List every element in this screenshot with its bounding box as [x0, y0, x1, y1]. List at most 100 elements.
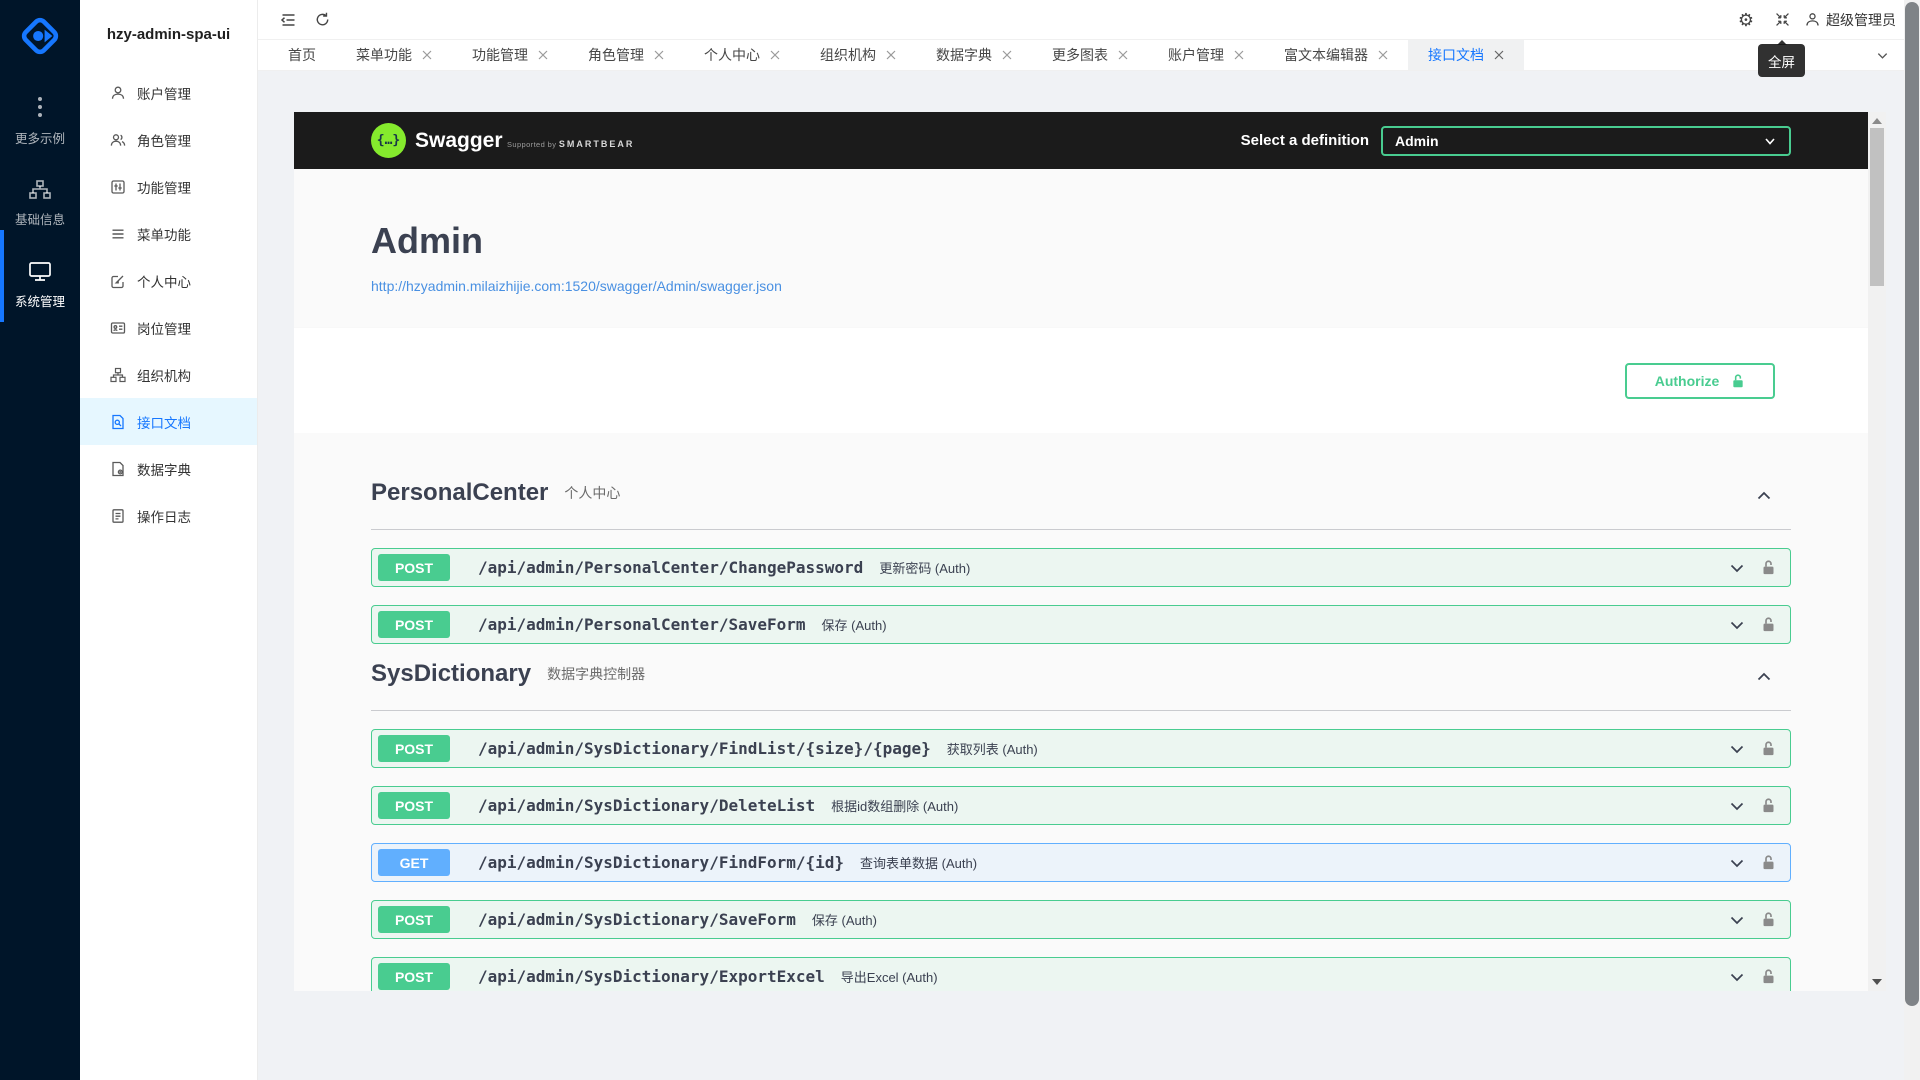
tab-personal-center[interactable]: 个人中心 [684, 40, 800, 70]
tab-organizations[interactable]: 组织机构 [800, 40, 916, 70]
endpoint-description: 保存 (Auth) [822, 615, 887, 634]
endpoint-description: 查询表单数据 (Auth) [860, 853, 977, 872]
tab-role-mgmt[interactable]: 角色管理 [568, 40, 684, 70]
close-icon[interactable] [770, 50, 780, 60]
lock-icon[interactable] [1761, 797, 1776, 814]
close-icon[interactable] [1002, 50, 1012, 60]
file-search-icon [110, 414, 126, 430]
rail-item-system-mgmt[interactable]: 系统管理 [0, 260, 80, 310]
lock-icon[interactable] [1761, 854, 1776, 871]
fullscreen-exit-icon[interactable] [1768, 6, 1796, 34]
method-badge: POST [378, 792, 450, 819]
window-scrollbar-thumb[interactable] [1905, 2, 1919, 1006]
lock-icon[interactable] [1761, 559, 1776, 576]
scrollbar-thumb[interactable] [1870, 128, 1884, 286]
close-icon[interactable] [1118, 50, 1128, 60]
sidebar-item-api-docs[interactable]: 接口文档 [80, 398, 257, 445]
user-icon [110, 85, 126, 101]
close-icon[interactable] [886, 50, 896, 60]
endpoint-row[interactable]: POST /api/admin/PersonalCenter/SaveForm … [371, 605, 1791, 644]
sidebar-item-label: 岗位管理 [137, 318, 191, 338]
tab-menu-functions[interactable]: 菜单功能 [336, 40, 452, 70]
close-icon[interactable] [1494, 50, 1504, 60]
section-header-personalcenter[interactable]: PersonalCenter 个人中心 [371, 479, 1791, 530]
close-icon[interactable] [1234, 50, 1244, 60]
sidebar-item-menus[interactable]: 菜单功能 [80, 210, 257, 257]
endpoint-row[interactable]: POST /api/admin/SysDictionary/DeleteList… [371, 786, 1791, 825]
sidebar-item-posts[interactable]: 岗位管理 [80, 304, 257, 351]
main-area: ⚙ 超级管理员 首页 [258, 0, 1904, 1080]
file-gear-icon [110, 461, 126, 477]
sidebar-item-organizations[interactable]: 组织机构 [80, 351, 257, 398]
endpoint-row[interactable]: POST /api/admin/SysDictionary/FindList/{… [371, 729, 1791, 768]
tab-api-docs[interactable]: 接口文档 [1408, 40, 1524, 70]
lock-icon[interactable] [1761, 616, 1776, 633]
section-title: SysDictionary [371, 660, 531, 688]
close-icon[interactable] [422, 50, 432, 60]
expand-operation-icon[interactable] [1729, 855, 1745, 871]
api-info-section: Admin http://hzyadmin.milaizhijie.com:15… [294, 169, 1868, 328]
expand-operation-icon[interactable] [1729, 741, 1745, 757]
swagger-logo[interactable]: {…} Swagger Supported by SMARTBEAR [371, 123, 634, 158]
function-icon [110, 179, 126, 195]
scroll-down-icon[interactable] [1872, 979, 1882, 985]
tab-dictionary[interactable]: 数据字典 [916, 40, 1032, 70]
tab-richtext-editor[interactable]: 富文本编辑器 [1264, 40, 1408, 70]
expand-operation-icon[interactable] [1729, 912, 1745, 928]
collapse-section-icon[interactable] [1755, 487, 1773, 507]
close-icon[interactable] [538, 50, 548, 60]
method-badge: POST [378, 906, 450, 933]
tab-function-mgmt[interactable]: 功能管理 [452, 40, 568, 70]
scroll-up-icon[interactable] [1872, 118, 1882, 124]
refresh-icon[interactable] [308, 6, 336, 34]
expand-operation-icon[interactable] [1729, 617, 1745, 633]
sidebar-item-personal-center[interactable]: 个人中心 [80, 257, 257, 304]
app-title: hzy-admin-spa-ui [80, 0, 257, 43]
swagger-topbar: {…} Swagger Supported by SMARTBEAR Selec… [294, 112, 1868, 169]
swagger-logo-icon: {…} [371, 123, 406, 158]
endpoint-row[interactable]: POST /api/admin/PersonalCenter/ChangePas… [371, 548, 1791, 587]
method-badge: GET [378, 849, 450, 876]
settings-gear-icon[interactable]: ⚙ [1732, 6, 1760, 34]
tab-more-charts[interactable]: 更多图表 [1032, 40, 1148, 70]
method-badge: POST [378, 554, 450, 581]
lock-icon[interactable] [1761, 740, 1776, 757]
expand-operation-icon[interactable] [1729, 798, 1745, 814]
tab-list-dropdown-icon[interactable] [1876, 40, 1889, 71]
method-badge: POST [378, 735, 450, 762]
expand-operation-icon[interactable] [1729, 560, 1745, 576]
api-spec-link[interactable]: http://hzyadmin.milaizhijie.com:1520/swa… [371, 278, 782, 294]
sidebar-item-dictionary[interactable]: 数据字典 [80, 445, 257, 492]
sidebar-item-accounts[interactable]: 账户管理 [80, 69, 257, 116]
expand-operation-icon[interactable] [1729, 969, 1745, 985]
sidebar-item-operation-logs[interactable]: 操作日志 [80, 492, 257, 539]
sidebar-item-label: 个人中心 [137, 271, 191, 291]
collapse-section-icon[interactable] [1755, 668, 1773, 688]
tab-home[interactable]: 首页 [268, 40, 336, 70]
endpoint-row[interactable]: GET /api/admin/SysDictionary/FindForm/{i… [371, 843, 1791, 882]
endpoint-row[interactable]: POST /api/admin/SysDictionary/SaveForm 保… [371, 900, 1791, 939]
secondary-sidebar: hzy-admin-spa-ui 账户管理 角色管理 [80, 0, 258, 1080]
definition-select[interactable]: Admin [1381, 126, 1791, 156]
sidebar-item-label: 组织机构 [137, 365, 191, 385]
sidebar-item-roles[interactable]: 角色管理 [80, 116, 257, 163]
collapse-sidebar-icon[interactable] [274, 6, 302, 34]
sidebar-item-label: 接口文档 [137, 412, 191, 432]
close-icon[interactable] [654, 50, 664, 60]
swagger-wordmark: Swagger [415, 129, 503, 152]
user-menu[interactable]: 超级管理员 [1804, 10, 1896, 30]
sidebar-item-functions[interactable]: 功能管理 [80, 163, 257, 210]
rail-item-examples[interactable]: 更多示例 [0, 95, 80, 147]
lock-icon[interactable] [1761, 911, 1776, 928]
tab-account-mgmt[interactable]: 账户管理 [1148, 40, 1264, 70]
sidebar-item-label: 账户管理 [137, 83, 191, 103]
app-logo[interactable] [18, 14, 62, 58]
close-icon[interactable] [1378, 50, 1388, 60]
authorize-button[interactable]: Authorize [1625, 363, 1775, 399]
rail-item-base-info[interactable]: 基础信息 [0, 180, 80, 228]
section-header-sysdictionary[interactable]: SysDictionary 数据字典控制器 [371, 660, 1791, 711]
window-scrollbar[interactable] [1904, 0, 1920, 1080]
endpoint-row[interactable]: POST /api/admin/SysDictionary/ExportExce… [371, 957, 1791, 991]
swagger-scrollbar[interactable] [1868, 112, 1886, 991]
lock-icon[interactable] [1761, 968, 1776, 985]
